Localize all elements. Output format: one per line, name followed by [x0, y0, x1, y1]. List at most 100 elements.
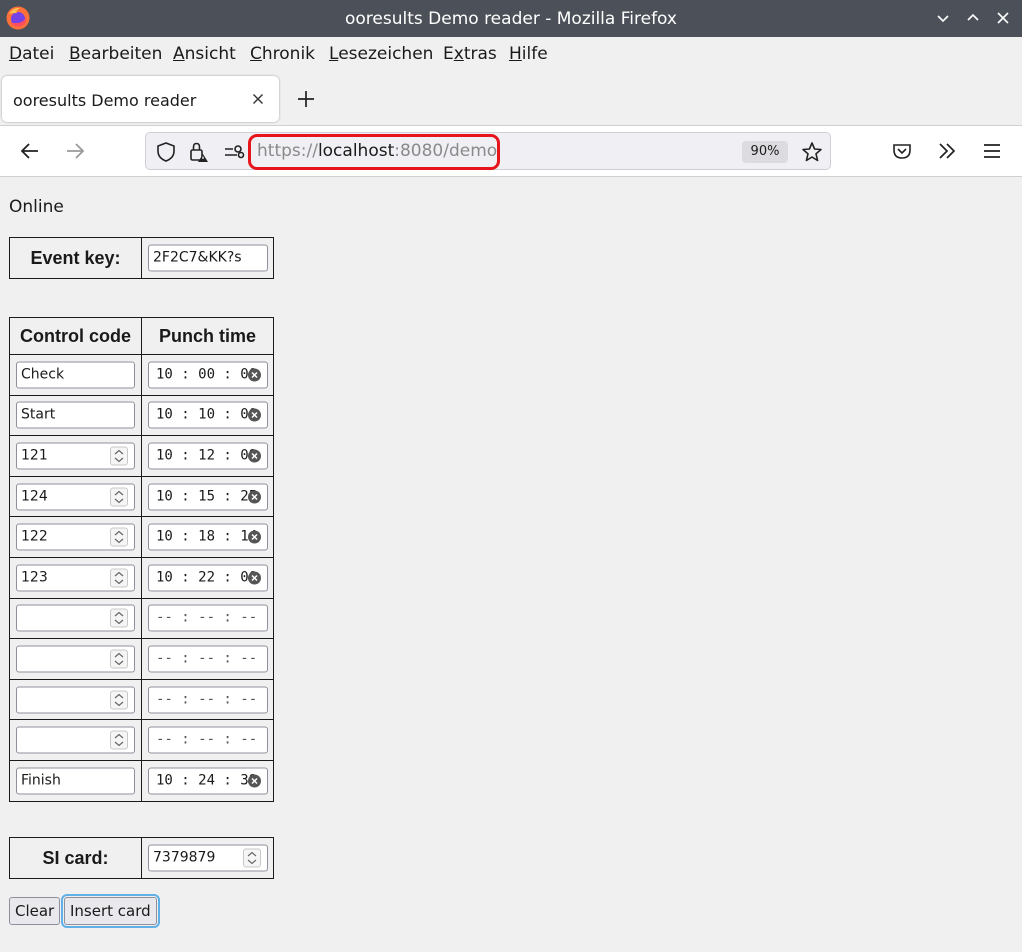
- control-code-input[interactable]: [16, 645, 135, 673]
- menu-chronik[interactable]: Chronik: [250, 44, 315, 64]
- clear-time-icon[interactable]: [247, 489, 262, 504]
- punch-time-input[interactable]: -- : -- : --: [148, 645, 268, 673]
- lock-warning-icon[interactable]: [186, 140, 210, 164]
- connection-status: Online: [9, 197, 64, 217]
- spinner-arrows-icon: [114, 693, 124, 706]
- punch-time-input[interactable]: 10 : 15 : 25: [148, 483, 268, 511]
- menu-lesezeichen[interactable]: Lesezeichen: [329, 44, 433, 64]
- menu-hilfe[interactable]: Hilfe: [509, 44, 548, 64]
- punch-row: 123 10 : 22 : 00: [9, 556, 274, 599]
- punch-time-input[interactable]: 10 : 24 : 39: [148, 767, 268, 795]
- si-card-spinner[interactable]: [243, 848, 261, 868]
- page-content: Online Event key: 2F2C7&KK?s Control cod…: [0, 177, 1022, 952]
- control-code-input[interactable]: Finish: [16, 767, 135, 795]
- punch-time-input[interactable]: -- : -- : --: [148, 686, 268, 714]
- spinner-arrows-icon: [114, 652, 124, 666]
- header-control-code: Control code: [9, 317, 142, 355]
- window-title: ooresults Demo reader - Mozilla Firefox: [345, 9, 677, 29]
- punch-row: 121 10 : 12 : 09: [9, 435, 274, 477]
- control-code-input[interactable]: 124: [16, 483, 135, 511]
- control-code-input[interactable]: Start: [16, 401, 135, 429]
- control-code-spinner[interactable]: [110, 568, 128, 588]
- clear-time-icon[interactable]: [247, 408, 262, 423]
- control-code-spinner[interactable]: [110, 446, 128, 466]
- tab-label: ooresults Demo reader: [13, 91, 197, 110]
- punch-table: Control code Punch time Check 10 : 00 : 0…: [9, 317, 274, 802]
- close-window-icon[interactable]: [993, 8, 1013, 28]
- punch-row: Start 10 : 10 : 00: [9, 394, 274, 437]
- punch-row: Check 10 : 00 : 00: [9, 354, 274, 396]
- spinner-arrows-icon: [114, 733, 124, 747]
- close-tab-icon[interactable]: [250, 91, 266, 107]
- punch-time-input[interactable]: 10 : 00 : 00: [148, 361, 268, 389]
- punch-time-input[interactable]: 10 : 22 : 00: [148, 564, 268, 592]
- clear-time-icon[interactable]: [247, 530, 262, 545]
- pocket-icon[interactable]: [890, 139, 914, 163]
- clear-time-icon[interactable]: [247, 448, 262, 463]
- punch-row: 124 10 : 15 : 25: [9, 475, 274, 518]
- control-code-spinner[interactable]: [110, 730, 128, 750]
- control-code-spinner[interactable]: [110, 608, 128, 628]
- spinner-arrows-icon: [247, 851, 257, 865]
- menu-bearbeiten[interactable]: Bearbeiten: [69, 44, 162, 64]
- si-card-input[interactable]: 7379879: [148, 844, 268, 872]
- control-code-input[interactable]: 123: [16, 564, 135, 592]
- control-code-input[interactable]: 121: [16, 442, 135, 470]
- maximize-chevron-icon[interactable]: [963, 8, 983, 28]
- control-code-spinner[interactable]: [110, 690, 128, 710]
- menu-bar: Datei Bearbeiten Ansicht Chronik Lesezei…: [0, 37, 1022, 73]
- window-titlebar: ooresults Demo reader - Mozilla Firefox: [0, 0, 1022, 37]
- shield-icon[interactable]: [154, 140, 178, 164]
- url-text[interactable]: https://localhost:8080/demo: [257, 141, 497, 161]
- control-code-input[interactable]: [16, 686, 135, 714]
- control-code-spinner[interactable]: [110, 649, 128, 669]
- punch-row: -- : -- : --: [9, 719, 274, 761]
- punch-time-input[interactable]: 10 : 12 : 09: [148, 442, 268, 470]
- insert-card-button[interactable]: Insert card: [61, 894, 160, 928]
- punch-row: -- : -- : --: [9, 638, 274, 680]
- si-card-label: SI card:: [9, 837, 142, 879]
- menu-ansicht[interactable]: Ansicht: [173, 44, 236, 64]
- hamburger-menu-icon[interactable]: [980, 139, 1004, 163]
- clear-time-icon[interactable]: [247, 367, 262, 382]
- punch-row: -- : -- : --: [9, 597, 274, 640]
- clear-button[interactable]: Clear: [9, 897, 61, 925]
- event-key-table: Event key: 2F2C7&KK?s: [9, 237, 274, 279]
- punch-time-input[interactable]: 10 : 10 : 00: [148, 401, 268, 429]
- clear-time-icon[interactable]: [247, 773, 262, 788]
- control-code-spinner[interactable]: [110, 487, 128, 507]
- control-code-input[interactable]: 122: [16, 523, 135, 551]
- si-card-table: SI card: 7379879: [9, 837, 274, 879]
- tab-ooresults[interactable]: ooresults Demo reader: [2, 76, 279, 122]
- menu-extras[interactable]: Extras: [443, 44, 497, 64]
- punch-time-input[interactable]: 10 : 18 : 14: [148, 523, 268, 551]
- url-bar[interactable]: https://localhost:8080/demo 90%: [145, 132, 831, 170]
- control-code-input[interactable]: [16, 604, 135, 632]
- spinner-arrows-icon: [114, 612, 124, 625]
- punch-row: Finish 10 : 24 : 39: [9, 759, 274, 802]
- spinner-arrows-icon: [114, 530, 124, 544]
- zoom-level-badge[interactable]: 90%: [742, 141, 788, 163]
- punch-row: 122 10 : 18 : 14: [9, 516, 274, 558]
- back-arrow-icon[interactable]: [18, 139, 42, 163]
- tab-strip: ooresults Demo reader: [0, 73, 1022, 125]
- control-code-spinner[interactable]: [110, 527, 128, 547]
- overflow-chevrons-icon[interactable]: [935, 139, 959, 163]
- new-tab-plus-icon[interactable]: [294, 87, 318, 111]
- forward-arrow-icon[interactable]: [63, 139, 87, 163]
- header-punch-time: Punch time: [141, 317, 274, 355]
- punch-time-input[interactable]: -- : -- : --: [148, 726, 268, 754]
- bookmark-star-icon[interactable]: [800, 140, 824, 164]
- spinner-arrows-icon: [114, 490, 124, 503]
- event-key-input[interactable]: 2F2C7&KK?s: [148, 244, 268, 272]
- navigation-bar: https://localhost:8080/demo 90%: [0, 125, 1022, 177]
- spinner-arrows-icon: [114, 571, 124, 585]
- permissions-icon[interactable]: [222, 140, 246, 164]
- control-code-input[interactable]: Check: [16, 361, 135, 389]
- minimize-chevron-icon[interactable]: [933, 8, 953, 28]
- menu-datei[interactable]: Datei: [9, 44, 54, 64]
- punch-row: -- : -- : --: [9, 678, 274, 721]
- control-code-input[interactable]: [16, 726, 135, 754]
- clear-time-icon[interactable]: [247, 570, 262, 585]
- punch-time-input[interactable]: -- : -- : --: [148, 604, 268, 632]
